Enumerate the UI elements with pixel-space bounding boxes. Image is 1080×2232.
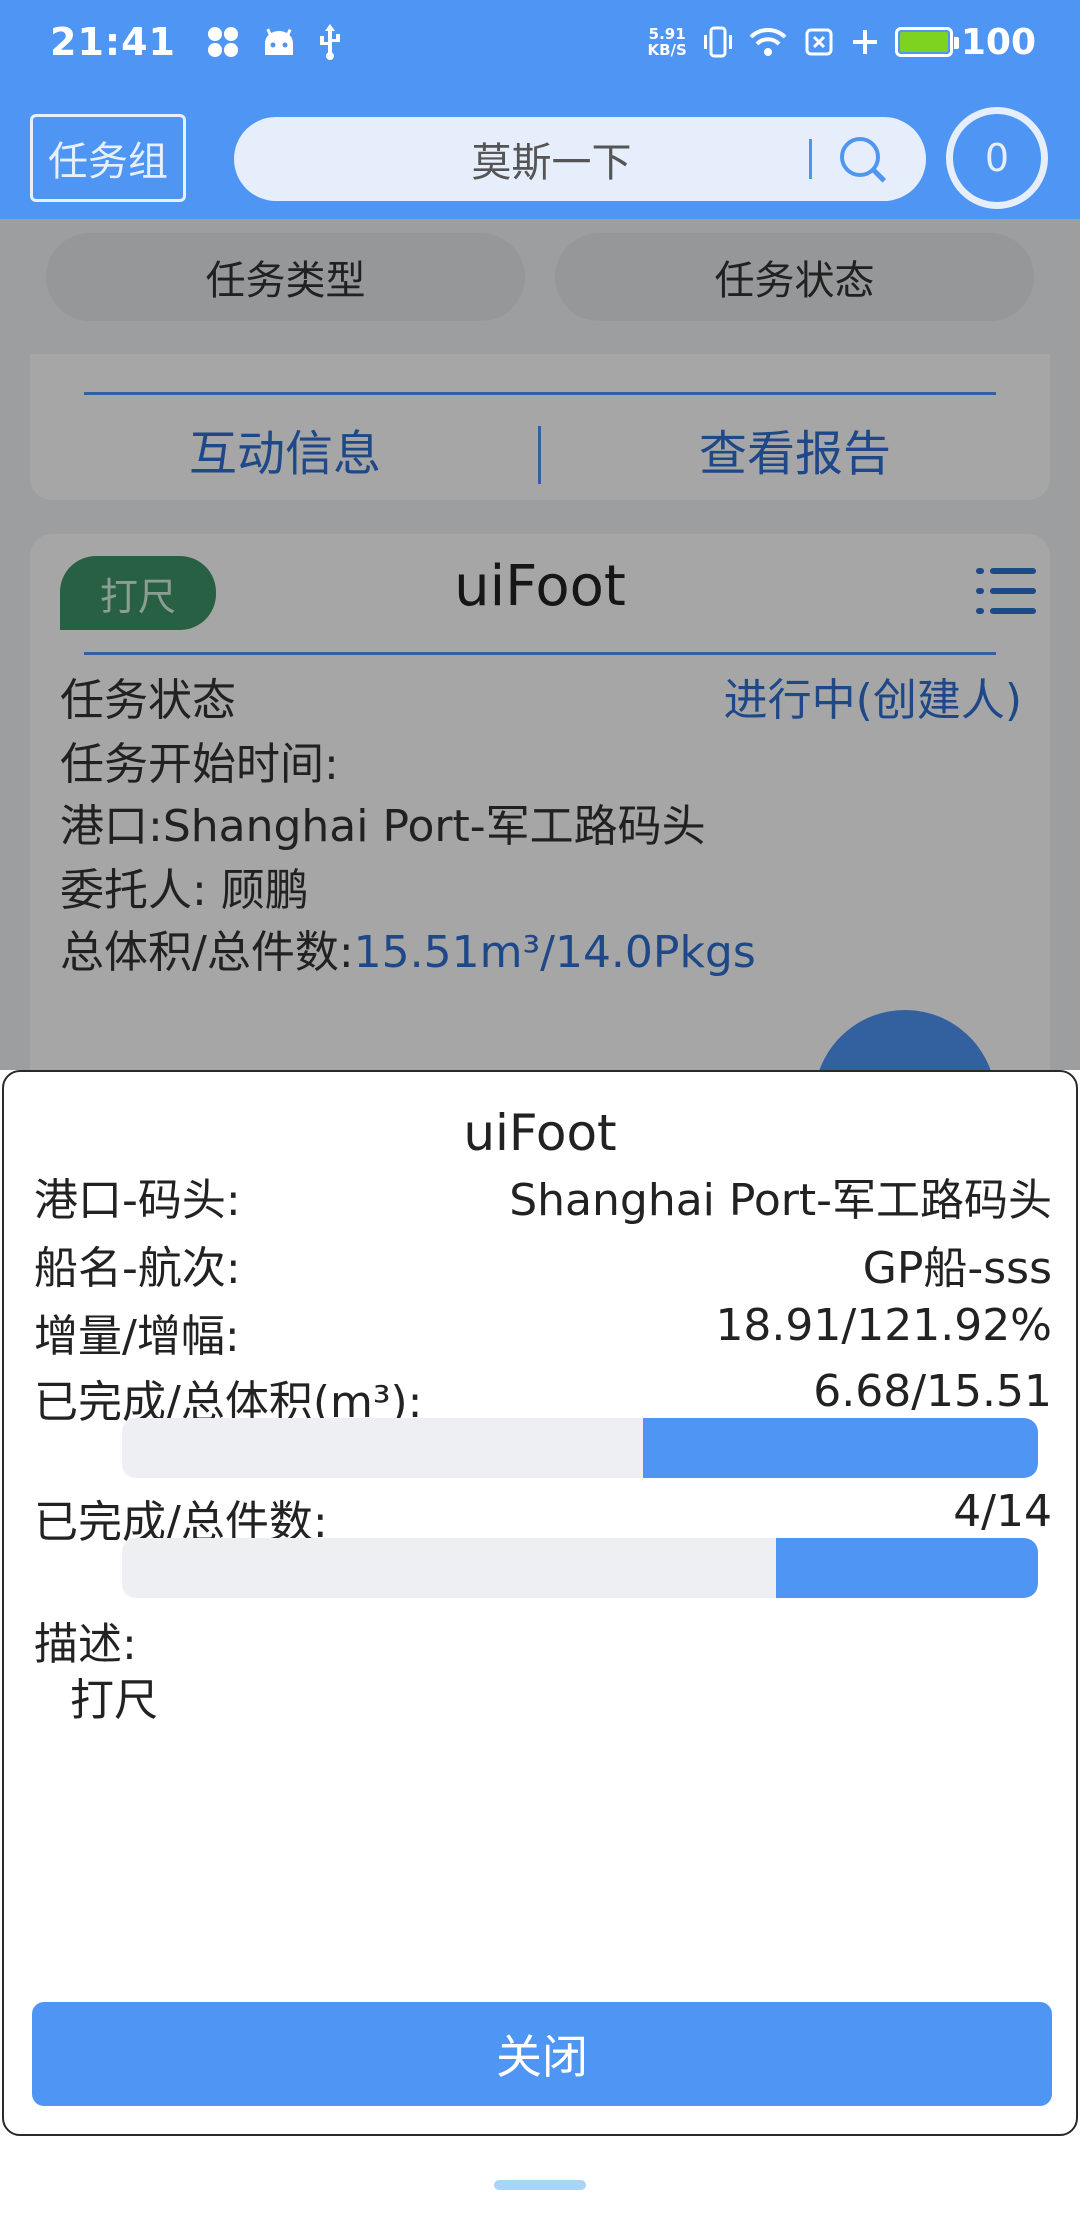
increment-label: 增量/增幅:	[34, 1311, 240, 1362]
status-left-icons	[206, 24, 342, 60]
vibrate-icon	[703, 26, 732, 58]
network-speed: 5.91 KB/S	[648, 26, 687, 58]
task-group-button[interactable]: 任务组	[30, 114, 186, 202]
port-dock-label: 港口-码头:	[34, 1175, 241, 1226]
battery-indicator: 100	[894, 21, 1036, 63]
status-right-icons: 5.91 KB/S 100	[648, 22, 1037, 63]
search-icon[interactable]	[838, 135, 886, 183]
status-bar: 21:41 5.91 KB/S 100	[0, 0, 1080, 84]
network-speed-value: 5.91	[648, 25, 686, 43]
charging-plus-icon	[852, 30, 877, 54]
search-bar[interactable]: 莫斯一下	[234, 117, 926, 201]
sheet-title: uiFoot	[463, 1104, 617, 1162]
battery-percentage: 100	[960, 21, 1036, 63]
app-grid-icon	[207, 27, 238, 57]
search-input[interactable]: 莫斯一下	[234, 130, 809, 188]
app-header: 任务组 莫斯一下 0	[0, 84, 1080, 219]
battery-level-fill	[899, 32, 948, 52]
modal-overlay[interactable]	[0, 219, 1080, 1070]
android-icon	[264, 28, 293, 55]
vessel-voyage-label: 船名-航次:	[34, 1243, 241, 1294]
port-dock-value: Shanghai Port-军工路码头	[509, 1175, 1052, 1226]
pieces-progress-fill	[776, 1538, 1038, 1598]
volume-progress-bar	[122, 1418, 1038, 1478]
increment-value: 18.91/121.92%	[715, 1300, 1052, 1351]
increment-row: 增量/增幅: 18.91/121.92%	[34, 1300, 1052, 1364]
description-value: 打尺	[70, 1675, 158, 1726]
description-label: 描述:	[34, 1619, 137, 1670]
search-divider	[809, 139, 812, 179]
gesture-nav-handle[interactable]	[494, 2180, 586, 2190]
wifi-icon	[749, 27, 787, 56]
usb-icon	[319, 24, 340, 60]
no-sim-icon	[805, 28, 833, 56]
battery-icon	[894, 27, 959, 57]
close-button[interactable]: 关闭	[32, 2002, 1052, 2106]
vessel-voyage-row: 船名-航次: GP船-sss	[34, 1232, 1052, 1296]
status-time: 21:41	[50, 20, 176, 64]
vessel-voyage-value: GP船-sss	[862, 1243, 1052, 1294]
port-dock-row: 港口-码头: Shanghai Port-军工路码头	[34, 1164, 1052, 1228]
network-speed-unit: KB/S	[647, 41, 687, 59]
pieces-progress-bar	[122, 1538, 1038, 1598]
app-screen: 21:41 5.91 KB/S 100 任务组 莫斯一下 0 任务类型 任务状态…	[0, 0, 1080, 2232]
volume-progress-fill	[643, 1418, 1038, 1478]
task-count-badge[interactable]: 0	[946, 107, 1048, 209]
task-detail-sheet: uiFoot 港口-码头: Shanghai Port-军工路码头 船名-航次:…	[2, 1070, 1078, 2136]
